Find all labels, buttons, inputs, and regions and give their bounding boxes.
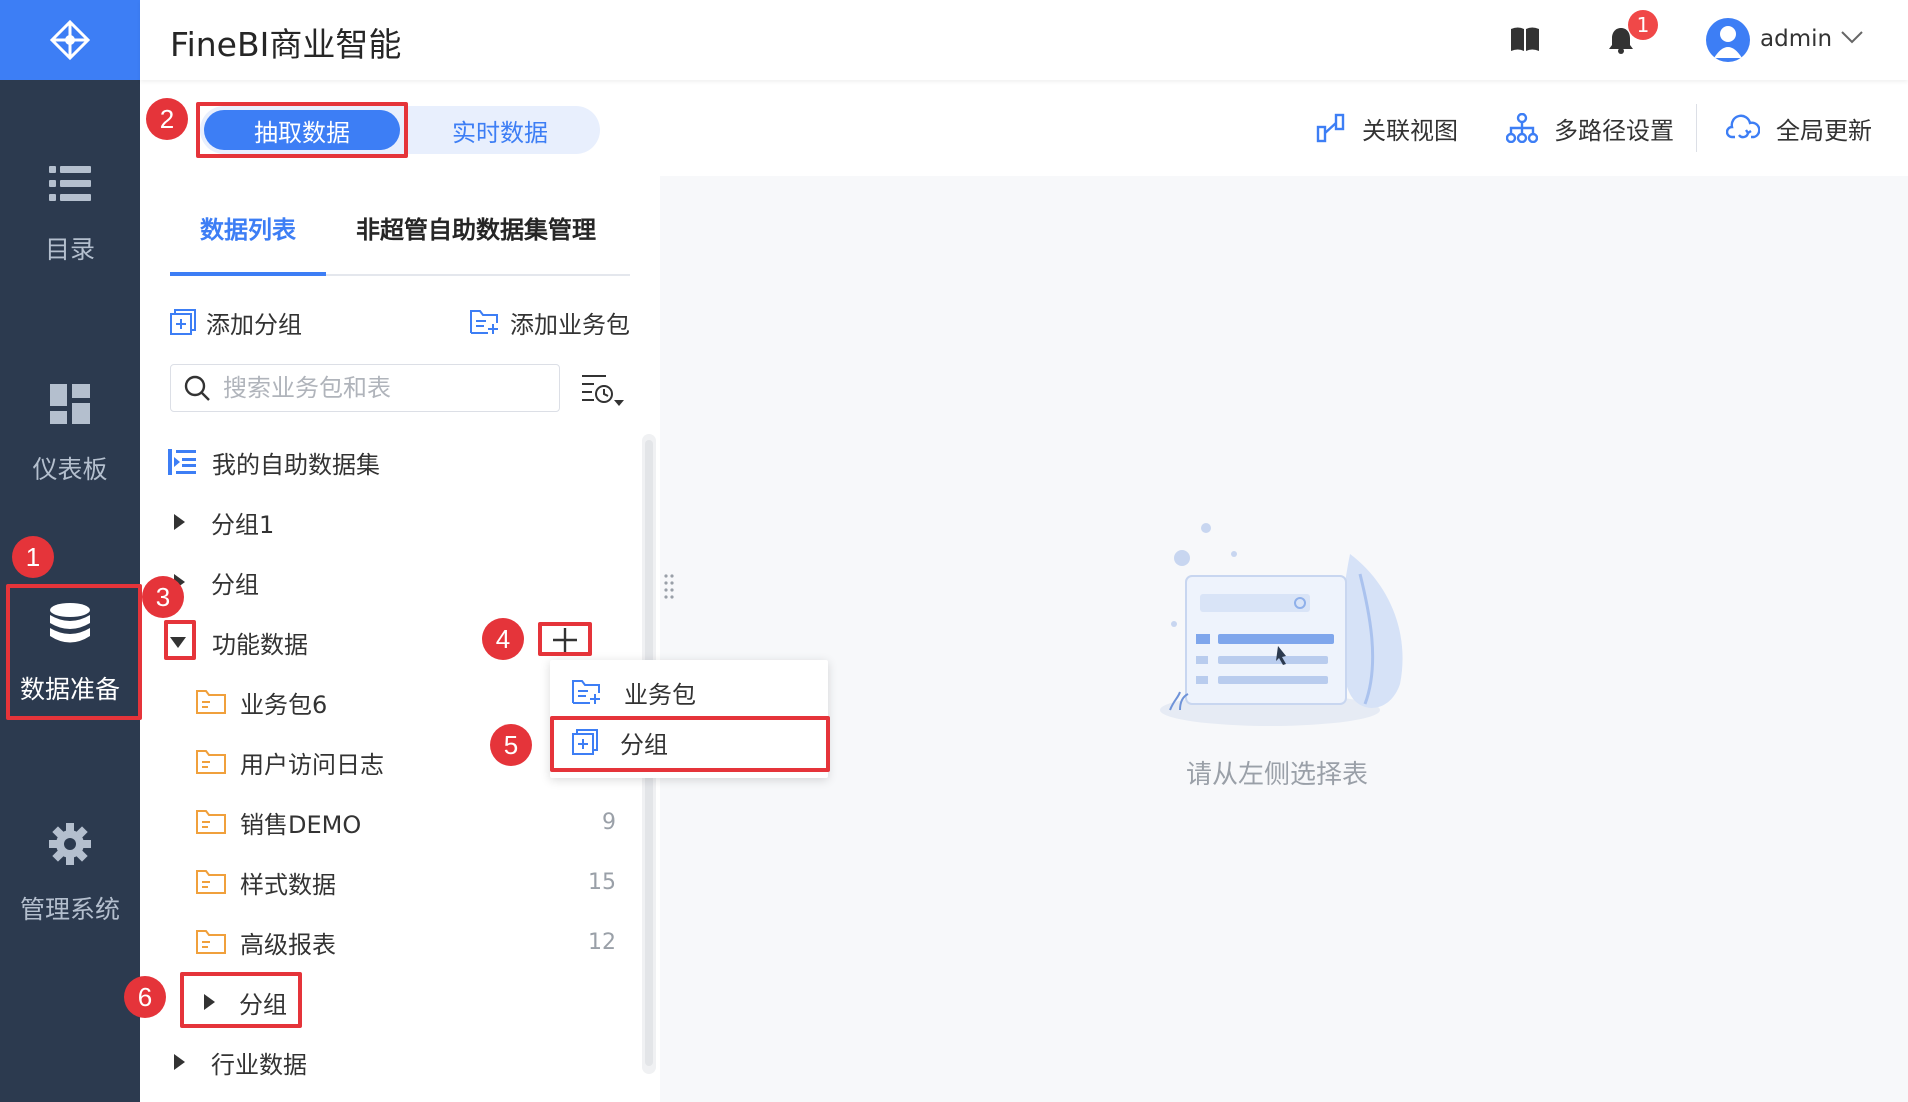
notification-badge: 1 [1628,10,1658,40]
relation-view-icon [1316,113,1345,143]
active-tab-indicator [170,272,326,276]
step-number-badge: 5 [490,724,532,766]
folder-icon [196,750,226,774]
tree-label: 功能数据 [212,630,308,659]
search-box [170,364,560,412]
add-menu-popup: 业务包 分组 [550,660,828,778]
expand-caret-icon[interactable] [204,994,215,1010]
logo-icon [49,19,91,61]
chevron-down-icon[interactable] [1840,30,1864,44]
folder-icon [196,870,226,894]
app-title: FineBI商业智能 [170,25,402,64]
nav-label: 数据准备 [19,675,120,704]
menu-item-package[interactable]: 业务包 [550,668,828,716]
user-icon [1714,26,1742,58]
menu-item-group[interactable]: 分组 [550,718,828,766]
relation-view-button[interactable]: 关联视图 [1316,108,1458,148]
empty-state-illustration-icon [1150,514,1420,738]
tree-group-row[interactable]: 分组 [174,562,259,602]
add-package-icon [470,310,498,334]
add-group-label: 添加分组 [206,310,302,339]
folder-icon [196,690,226,714]
resize-handle-icon[interactable] [664,574,674,604]
realtime-data-tab[interactable]: 实时数据 [410,106,590,154]
table-row[interactable]: 用户访问日志 [196,742,384,782]
cloud-refresh-icon [1726,114,1760,139]
tree-label: 分组 [211,570,259,599]
nav-label: 管理系统 [19,895,120,924]
nav-item-admin[interactable]: 管理系统 [0,800,140,950]
add-child-button[interactable] [540,624,590,656]
table-row[interactable]: 业务包6 [196,682,327,722]
global-update-button[interactable]: 全局更新 [1726,108,1872,148]
add-group-icon [572,729,598,755]
nav-item-dashboard[interactable]: 仪表板 [0,360,140,510]
list-item[interactable]: 我的自助数据集 [168,442,380,482]
add-group-button[interactable]: 添加分组 [170,304,302,340]
tree-label: 样式数据 [240,870,336,899]
database-icon [50,603,90,644]
add-group-icon [170,309,196,335]
sort-history-icon[interactable] [580,372,624,412]
selfservice-dataset-icon [168,449,196,475]
add-package-label: 添加业务包 [510,310,630,339]
hierarchy-icon [1506,113,1538,143]
tree-label: 业务包6 [240,690,328,719]
dashboard-icon [50,384,90,424]
tree-group-row-expanded[interactable]: 功能数据 [170,622,308,662]
tree-label: 高级报表 [240,930,336,959]
tree-label: 我的自助数据集 [212,450,380,479]
menu-item-label: 业务包 [624,680,696,709]
extract-data-tab[interactable]: 抽取数据 [204,110,400,150]
step-number-badge: 6 [124,976,166,1018]
expand-caret-icon[interactable] [174,1054,185,1070]
item-count: 12 [588,929,616,955]
plus-icon [553,628,577,652]
tree-label: 行业数据 [211,1050,307,1079]
add-package-button[interactable]: 添加业务包 [470,304,630,340]
step-number-badge: 1 [12,536,54,578]
expand-caret-icon[interactable] [174,514,185,530]
step-number-badge: 3 [142,576,184,618]
folder-icon [196,810,226,834]
table-row[interactable]: 样式数据 15 [196,862,616,902]
search-icon [184,375,210,401]
tree-label: 用户访问日志 [240,750,384,779]
item-count: 15 [588,869,616,895]
tree-group-row[interactable]: 分组1 [174,502,274,542]
tab-data-list[interactable]: 数据列表 [200,210,296,245]
tab-selfservice-manage[interactable]: 非超管自助数据集管理 [356,210,596,245]
collapse-caret-icon[interactable] [170,636,186,648]
table-row[interactable]: 高级报表 12 [196,922,616,962]
book-icon[interactable] [1510,26,1540,52]
global-update-label: 全局更新 [1776,116,1872,145]
item-count: 9 [602,809,616,835]
gear-icon [49,823,91,865]
table-row[interactable]: 销售DEMO 9 [196,802,616,842]
search-input[interactable] [223,374,543,402]
avatar[interactable] [1706,18,1750,62]
tree-label: 分组 [239,990,287,1019]
nav-item-catalog[interactable]: 目录 [0,140,140,290]
menu-item-label: 分组 [620,730,668,759]
step-number-badge: 2 [146,98,188,140]
tree-group-row[interactable]: 分组 [204,982,287,1022]
nav-label: 仪表板 [32,455,108,484]
relation-view-label: 关联视图 [1362,116,1458,145]
multipath-settings-label: 多路径设置 [1554,116,1674,145]
empty-state-text: 请从左侧选择表 [1186,760,1369,790]
nav-item-data-prep[interactable]: 数据准备 [0,580,140,730]
multipath-settings-button[interactable]: 多路径设置 [1506,108,1674,148]
nav-label: 目录 [44,235,95,264]
folder-icon [196,930,226,954]
tree-label: 销售DEMO [240,810,362,839]
toolbar-divider [1696,104,1697,152]
tree-group-row[interactable]: 行业数据 [174,1042,307,1082]
tree-label: 分组1 [211,510,275,539]
add-package-icon [572,680,600,704]
list-icon [49,164,91,204]
app-logo[interactable] [0,0,140,80]
user-name[interactable]: admin [1760,26,1832,52]
step-number-badge: 4 [482,618,524,660]
